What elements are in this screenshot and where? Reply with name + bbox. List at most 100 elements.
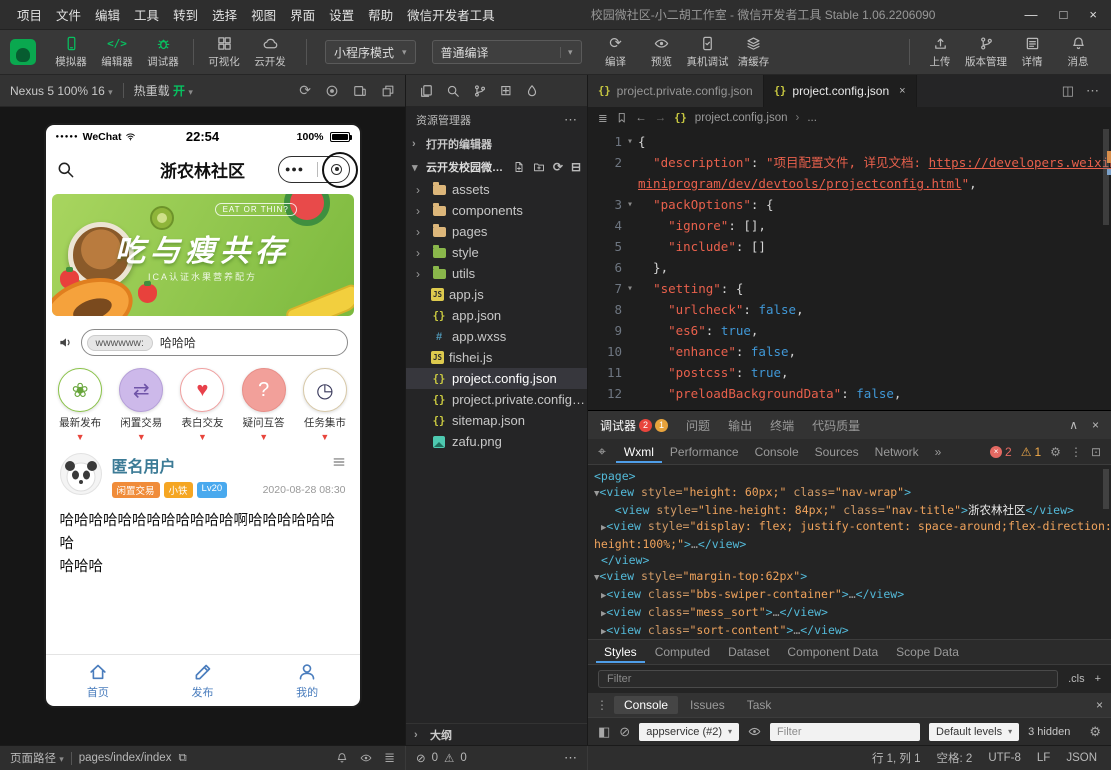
tree-item-components[interactable]: › components bbox=[406, 200, 587, 221]
files-icon[interactable] bbox=[419, 84, 433, 98]
grid-second-hand[interactable]: ⇄ 闲置交易 ▼ bbox=[112, 368, 170, 442]
refresh-icon[interactable]: ⟳ bbox=[553, 160, 563, 174]
styles-filter-input[interactable] bbox=[598, 670, 1059, 688]
multi-device-icon[interactable] bbox=[353, 84, 367, 98]
post-author[interactable]: 匿名用户 bbox=[112, 453, 332, 477]
grid-latest-posts[interactable]: ❀ 最新发布 ▼ bbox=[51, 368, 109, 442]
grid-dating[interactable]: ♥ 表白交友 ▼ bbox=[173, 368, 231, 442]
debugger-tab[interactable]: 问题 bbox=[686, 417, 710, 434]
log-levels-select[interactable]: Default levels ▾ bbox=[929, 722, 1020, 741]
grid-qa[interactable]: ? 疑问互答 ▼ bbox=[235, 368, 293, 442]
debugger-tab[interactable]: 调试器 2 1 bbox=[600, 417, 669, 434]
phone-simulator[interactable]: ●●●●● WeChat 22:54 100% 浙农林社区 ●●● EAT OR… bbox=[43, 123, 362, 708]
list-icon[interactable]: ≣ bbox=[598, 111, 608, 125]
status-item[interactable]: UTF-8 bbox=[988, 752, 1021, 764]
post-avatar[interactable] bbox=[59, 453, 102, 495]
menu-item[interactable]: 视图 bbox=[244, 5, 283, 24]
close-icon[interactable]: × bbox=[1092, 418, 1099, 432]
toolbar-button-preview[interactable]: 预览 bbox=[639, 32, 685, 72]
split-editor-icon[interactable]: ◫ bbox=[1062, 83, 1074, 99]
fold-icon[interactable]: ▾ bbox=[622, 131, 638, 152]
toolbar-button-visualization[interactable]: 可视化 bbox=[201, 32, 247, 72]
kebab-icon[interactable]: ⋮ bbox=[1070, 445, 1082, 459]
code-editor[interactable]: 1 ▾{2 "description": "项目配置文件, 详见文档: https… bbox=[588, 129, 1111, 410]
editor-scrollbar[interactable] bbox=[1101, 129, 1111, 410]
target-icon[interactable] bbox=[331, 163, 343, 175]
more-tabs-icon[interactable]: » bbox=[929, 445, 948, 459]
droplet-icon[interactable] bbox=[525, 84, 539, 98]
tree-item-pages[interactable]: › pages bbox=[406, 221, 587, 242]
forward-icon[interactable]: → bbox=[655, 112, 667, 124]
more-dots-icon[interactable]: ●●● bbox=[285, 164, 304, 174]
banner-image[interactable]: EAT OR THIN? 吃与瘦共存 ICA认证水果营养配方 bbox=[51, 194, 354, 316]
ellipsis-icon[interactable]: ⋯ bbox=[564, 112, 577, 128]
editor-tab[interactable]: {} project.config.json × bbox=[763, 75, 917, 107]
wxml-node[interactable]: </view> bbox=[594, 552, 1111, 568]
hidden-messages-count[interactable]: 3 hidden bbox=[1028, 726, 1070, 738]
devtools-tab-performance[interactable]: Performance bbox=[662, 441, 747, 463]
toolbar-button-upload[interactable]: 上传 bbox=[917, 32, 963, 72]
console-filter-input[interactable] bbox=[770, 722, 921, 741]
menu-item[interactable]: 界面 bbox=[283, 5, 322, 24]
wxml-node[interactable]: height:100%;">…</view> bbox=[594, 536, 1111, 552]
toolbar-button-clear-cache[interactable]: 清缓存 bbox=[731, 32, 777, 72]
tab-home[interactable]: 首页 bbox=[46, 655, 151, 706]
wxml-node[interactable]: ▶<view style="display: flex; justify-con… bbox=[594, 518, 1111, 536]
tree-item-utils[interactable]: › utils bbox=[406, 263, 587, 284]
menu-item[interactable]: 项目 bbox=[10, 5, 49, 24]
menu-item[interactable]: 编辑 bbox=[88, 5, 127, 24]
close-drawer-icon[interactable]: × bbox=[1096, 698, 1103, 712]
toolbar-button-compile[interactable]: ⟳ 编译 bbox=[593, 32, 639, 72]
status-item[interactable]: LF bbox=[1037, 752, 1050, 764]
device-select[interactable]: Nexus 5 100% 16 ▾ bbox=[10, 84, 113, 98]
toolbar-button-editor[interactable]: </> 编辑器 bbox=[94, 32, 140, 72]
tree-item-fishei.js[interactable]: JS fishei.js bbox=[406, 347, 587, 368]
wxml-tree[interactable]: <page> ▼<view style="height: 60px;" class… bbox=[588, 465, 1111, 639]
new-file-icon[interactable] bbox=[513, 161, 525, 173]
styles-tab-dataset[interactable]: Dataset bbox=[720, 641, 777, 663]
compile-mode-select[interactable]: 普通编译 ▾ bbox=[431, 40, 582, 64]
console-settings-icon[interactable]: ⚙ bbox=[1089, 724, 1101, 740]
breadcrumb-more[interactable]: ... bbox=[807, 112, 817, 124]
console-tab-task[interactable]: Task bbox=[737, 696, 782, 714]
menu-item[interactable]: 工具 bbox=[127, 5, 166, 24]
tree-item-app.js[interactable]: JS app.js bbox=[406, 284, 587, 305]
page-path-select[interactable]: 页面路径 ▾ bbox=[10, 750, 64, 766]
close-tab-icon[interactable]: × bbox=[899, 85, 905, 97]
log-list-icon[interactable]: ≣ bbox=[384, 750, 395, 766]
devtools-tab-network[interactable]: Network bbox=[867, 441, 927, 463]
fold-icon[interactable]: ▾ bbox=[622, 278, 638, 299]
new-folder-icon[interactable] bbox=[533, 161, 545, 173]
devtools-tab-sources[interactable]: Sources bbox=[807, 441, 867, 463]
mode-select[interactable]: 小程序模式 ▾ bbox=[325, 40, 416, 64]
ellipsis-icon[interactable]: ⋯ bbox=[564, 750, 577, 766]
status-problems[interactable]: ⊘ 0 ⚠ 0 ⋯ bbox=[405, 746, 588, 770]
gear-icon[interactable]: ⚙ bbox=[1050, 445, 1061, 459]
tree-item-app.json[interactable]: {} app.json bbox=[406, 305, 587, 326]
tree-item-sitemap.json[interactable]: {} sitemap.json bbox=[406, 410, 587, 431]
watch-icon[interactable] bbox=[360, 752, 372, 764]
clear-console-icon[interactable]: ⊘ bbox=[619, 724, 630, 740]
dock-icon[interactable]: ⊡ bbox=[1091, 445, 1101, 459]
notice-bar[interactable]: wwwwww: 哈哈哈 bbox=[58, 329, 348, 356]
maximize-button[interactable]: □ bbox=[1060, 7, 1068, 22]
workspace-section[interactable]: ▾ 云开发校园微… ⟳ ⊟ bbox=[406, 155, 587, 179]
git-branch-icon[interactable] bbox=[473, 84, 487, 98]
search-icon[interactable] bbox=[446, 84, 460, 98]
fold-icon[interactable]: ▾ bbox=[622, 194, 638, 215]
add-style-icon[interactable]: + bbox=[1095, 673, 1101, 685]
copy-icon[interactable]: ⧉ bbox=[178, 752, 186, 765]
cls-toggle[interactable]: .cls bbox=[1068, 673, 1085, 685]
open-editors-section[interactable]: › 打开的编辑器 bbox=[406, 133, 587, 155]
menu-item[interactable]: 设置 bbox=[322, 5, 361, 24]
notifications-icon[interactable] bbox=[336, 752, 348, 764]
post-menu-icon[interactable] bbox=[332, 453, 346, 469]
hot-reload-toggle[interactable]: 热重载 开 ▾ bbox=[134, 82, 193, 99]
user-avatar[interactable] bbox=[10, 39, 36, 65]
editor-tab[interactable]: {} project.private.config.json bbox=[588, 75, 764, 107]
record-icon[interactable] bbox=[325, 84, 339, 98]
menu-item[interactable]: 文件 bbox=[49, 5, 88, 24]
tree-item-assets[interactable]: › assets bbox=[406, 179, 587, 200]
tree-item-app.wxss[interactable]: # app.wxss bbox=[406, 326, 587, 347]
menu-item[interactable]: 转到 bbox=[166, 5, 205, 24]
